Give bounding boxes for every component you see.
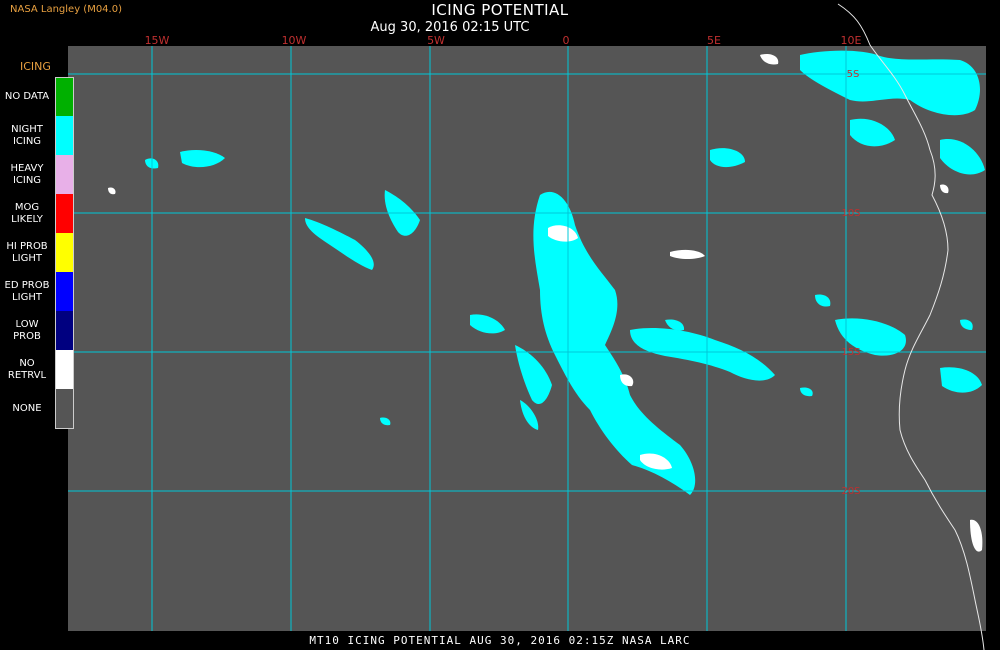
- legend-swatch: [56, 233, 74, 272]
- legend-item-hi-prob-light: HI PROB LIGHT: [0, 233, 82, 272]
- legend-item-no-retrvl: NO RETRVL: [0, 350, 82, 389]
- legend-item-heavy-icing: HEAVY ICING: [0, 155, 82, 194]
- legend-item-mog-likely: MOG LIKELY: [0, 194, 82, 233]
- footer-caption: MT10 ICING POTENTIAL AUG 30, 2016 02:15Z…: [309, 634, 691, 647]
- legend-item-low-prob: LOW PROB: [0, 311, 82, 350]
- legend-label: NIGHT ICING: [11, 123, 43, 147]
- legend-title: ICING: [20, 60, 51, 73]
- lon-label: 10W: [282, 34, 307, 47]
- legend-item-none: NONE: [0, 389, 82, 428]
- legend-label: HI PROB LIGHT: [6, 240, 48, 264]
- legend-label: ED PROB LIGHT: [4, 279, 50, 303]
- lon-label: 10E: [841, 34, 862, 47]
- legend-swatch: [56, 194, 74, 233]
- lon-label: 5E: [707, 34, 721, 47]
- lat-label: 10S: [841, 208, 860, 219]
- map-datetime: Aug 30, 2016 02:15 UTC: [370, 20, 530, 35]
- lon-label: 5W: [427, 34, 445, 47]
- legend-item-no-data: NO DATA: [0, 77, 82, 116]
- lat-label: 5S: [847, 69, 860, 80]
- lat-label: 20S: [841, 486, 860, 497]
- legend-swatch: [56, 272, 74, 311]
- legend-swatch: [56, 389, 74, 428]
- map-canvas: 15W 10W 5W 0 5E 10E 5S 10S 15S 20S: [68, 3, 986, 650]
- legend-label: NONE: [12, 402, 42, 414]
- lon-labels: 15W 10W 5W 0 5E 10E: [145, 34, 862, 47]
- lat-label: 15S: [841, 347, 860, 358]
- legend-label: HEAVY ICING: [10, 162, 44, 186]
- legend-label: LOW PROB: [13, 318, 41, 342]
- lon-label: 0: [563, 34, 570, 47]
- legend-swatch: [56, 116, 74, 155]
- legend-swatch: [56, 77, 74, 116]
- map-title: ICING POTENTIAL: [431, 1, 569, 19]
- legend-swatch: [56, 155, 74, 194]
- lon-label: 15W: [145, 34, 170, 47]
- legend-item-med-prob-light: ED PROB LIGHT: [0, 272, 82, 311]
- legend-label: NO DATA: [4, 90, 50, 102]
- legend-label: NO RETRVL: [7, 357, 47, 381]
- legend-label: MOG LIKELY: [11, 201, 43, 225]
- legend-swatch: [56, 350, 74, 389]
- legend-swatch: [56, 311, 74, 350]
- legend-item-night-icing: NIGHT ICING: [0, 116, 82, 155]
